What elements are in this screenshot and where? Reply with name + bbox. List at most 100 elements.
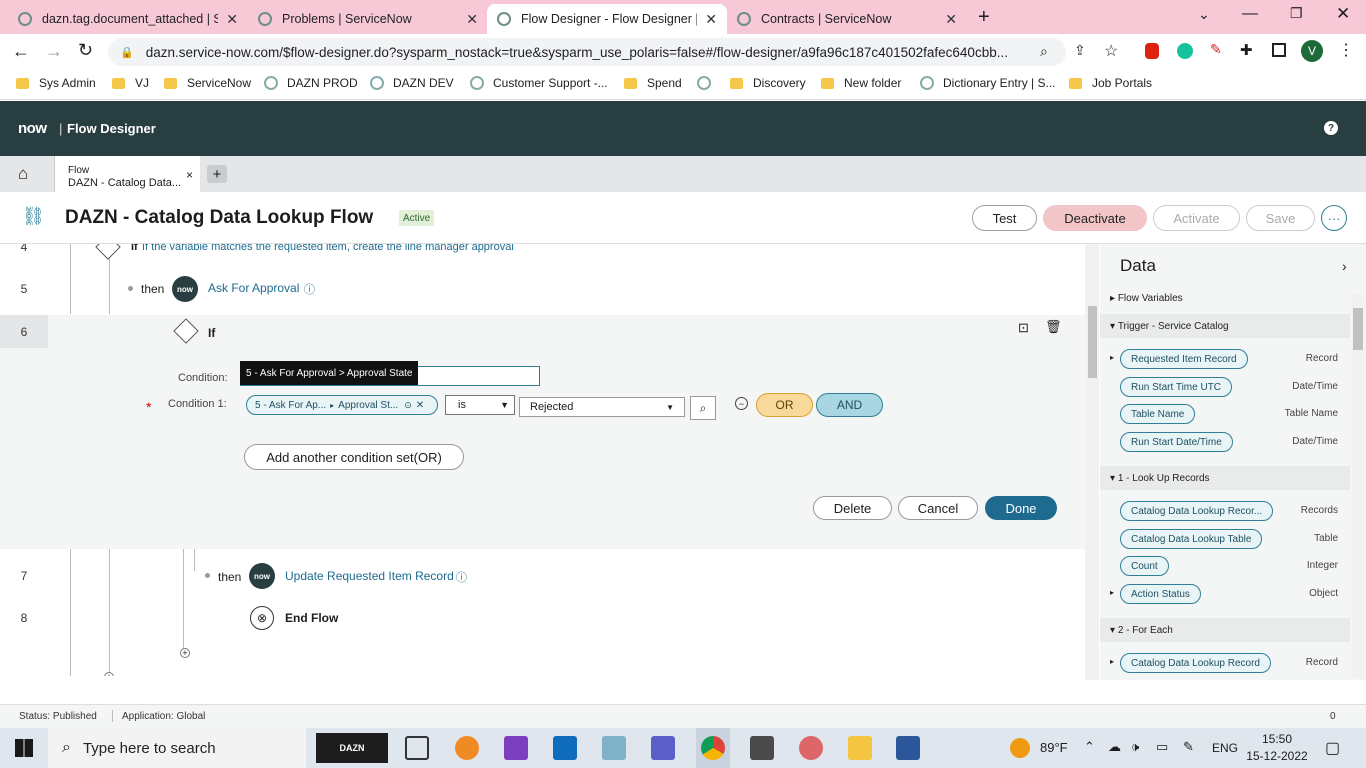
bookmark-item[interactable]: Discovery — [730, 76, 806, 90]
outlook-icon[interactable] — [553, 736, 577, 760]
pen-icon[interactable]: ✎ — [1210, 41, 1222, 58]
info-icon[interactable]: ⓘ — [456, 569, 467, 585]
teams-icon[interactable] — [651, 736, 675, 760]
share-icon[interactable]: ⇪ — [1074, 42, 1086, 59]
close-icon[interactable]: ✕ — [945, 11, 957, 28]
pen-tray-icon[interactable]: ✎ — [1183, 739, 1194, 755]
flow-variables-section[interactable]: ▸ Flow Variables — [1110, 293, 1183, 304]
profile-avatar[interactable]: V — [1301, 40, 1323, 62]
zoom-icon[interactable]: ⌕ — [1040, 43, 1048, 60]
info-icon[interactable]: ⓘ — [304, 281, 315, 297]
done-button[interactable]: Done — [985, 496, 1057, 520]
bookmark-item[interactable]: Spend — [624, 76, 682, 90]
url-field[interactable]: 🔒 dazn.service-now.com/$flow-designer.do?… — [108, 38, 1066, 66]
browser-tab[interactable]: Contracts | ServiceNow ✕ — [727, 4, 967, 34]
bookmark-item[interactable]: Dictionary Entry | S... — [920, 76, 1055, 90]
data-pill[interactable]: Action Status — [1120, 584, 1201, 604]
side-panel-icon[interactable] — [1272, 43, 1286, 57]
minimize-icon[interactable]: — — [1242, 5, 1258, 23]
bookmark-item[interactable]: Sys Admin — [16, 76, 96, 90]
add-step-icon[interactable]: + — [104, 672, 114, 676]
app-icon[interactable] — [602, 736, 626, 760]
data-pill[interactable]: Requested Item Record — [1120, 349, 1248, 369]
data-pill-field[interactable]: 5 - Ask For Ap... ▸ Approval St... ⊙ ✕ — [246, 395, 438, 415]
bookmark-item[interactable]: DAZN DEV — [370, 76, 454, 90]
delete-icon[interactable]: 🗑 — [1045, 319, 1062, 335]
scrollbar-thumb[interactable] — [1353, 308, 1363, 350]
bookmark-item[interactable]: ServiceNow — [164, 76, 251, 90]
calculator-icon[interactable] — [750, 736, 774, 760]
close-icon[interactable]: ✕ — [705, 11, 717, 28]
tray-chevron-icon[interactable]: ⌃ — [1084, 739, 1095, 755]
cancel-button[interactable]: Cancel — [898, 496, 978, 520]
language-indicator[interactable]: ENG — [1212, 741, 1238, 755]
close-tab-icon[interactable]: × — [186, 168, 193, 182]
or-button[interactable]: OR — [756, 393, 813, 417]
volume-icon[interactable]: 🕩 — [1131, 739, 1139, 755]
battery-icon[interactable]: ▭ — [1156, 739, 1168, 755]
edit-pill-icon[interactable]: ⊙ — [404, 400, 412, 411]
and-button[interactable]: AND — [816, 393, 883, 417]
extensions-puzzle-icon[interactable]: ✚ — [1240, 41, 1253, 59]
snipping-tool-icon[interactable] — [799, 736, 823, 760]
reload-icon[interactable]: ↻ — [78, 40, 93, 61]
restore-icon[interactable]: ❐ — [1290, 5, 1303, 22]
deactivate-button[interactable]: Deactivate — [1043, 205, 1147, 231]
close-icon[interactable]: ✕ — [226, 11, 238, 28]
weather-icon[interactable] — [1010, 738, 1030, 758]
data-pill[interactable]: Catalog Data Lookup Table — [1120, 529, 1263, 549]
close-icon[interactable]: ✕ — [466, 11, 478, 28]
bookmark-item[interactable]: New folder — [821, 76, 901, 90]
weather-temp[interactable]: 89°F — [1040, 740, 1068, 755]
data-picker-icon[interactable]: ⌕ — [690, 396, 716, 420]
tab-flow[interactable]: Flow DAZN - Catalog Data... × — [54, 156, 200, 192]
caret-right-icon[interactable]: ▸ — [1110, 657, 1114, 666]
file-explorer-icon[interactable] — [848, 736, 872, 760]
foreach-section[interactable]: ▾ 2 - For Each — [1100, 618, 1350, 642]
data-pill[interactable]: Catalog Data Lookup Record — [1120, 653, 1271, 673]
bookmark-item[interactable] — [697, 76, 720, 90]
menu-kebab-icon[interactable]: ⋮ — [1338, 40, 1354, 60]
firefox-icon[interactable] — [455, 736, 479, 760]
data-pill[interactable]: Table Name — [1120, 404, 1196, 424]
bookmark-star-icon[interactable]: ☆ — [1104, 41, 1118, 61]
extension-icon[interactable] — [1145, 43, 1159, 59]
windows-start-icon[interactable] — [15, 739, 33, 757]
action-ask-for-approval[interactable]: Ask For Approval — [208, 281, 299, 295]
bookmark-item[interactable]: Job Portals — [1069, 76, 1152, 90]
data-pill[interactable]: Run Start Time UTC — [1120, 377, 1233, 397]
browser-tab[interactable]: Problems | ServiceNow ✕ — [248, 4, 488, 34]
tab-search-icon[interactable]: ⌄ — [1198, 6, 1210, 23]
bookmark-item[interactable]: Customer Support -... — [470, 76, 608, 90]
scrollbar-thumb[interactable] — [1088, 306, 1097, 378]
add-tab-button[interactable]: + — [207, 165, 227, 183]
back-icon[interactable]: ← — [12, 41, 30, 62]
canvas-scrollbar[interactable] — [1085, 244, 1099, 680]
window-close-icon[interactable]: ✕ — [1336, 4, 1350, 24]
data-panel-scrollbar[interactable] — [1352, 294, 1364, 678]
more-options-button[interactable]: ··· — [1321, 205, 1347, 231]
new-tab-icon[interactable]: + — [978, 6, 990, 29]
browser-tab-active[interactable]: Flow Designer - Flow Designer | D ✕ — [487, 4, 727, 34]
taskbar-search[interactable]: ⌕ Type here to search — [48, 728, 306, 768]
operator-select[interactable]: is ▼ — [445, 395, 515, 415]
add-condition-set-button[interactable]: Add another condition set(OR) — [244, 444, 464, 470]
activate-button[interactable]: Activate — [1153, 205, 1240, 231]
step-label[interactable]: If the variable matches the requested it… — [142, 244, 514, 253]
clock-time[interactable]: 15:50 — [1251, 732, 1303, 746]
clock-date[interactable]: 15-12-2022 — [1244, 749, 1310, 763]
comment-icon[interactable]: ⊡ — [1018, 320, 1029, 336]
data-pill[interactable]: Count — [1120, 556, 1169, 576]
bookmark-item[interactable]: DAZN PROD — [264, 76, 358, 90]
data-pill[interactable]: Run Start Date/Time — [1120, 432, 1233, 452]
task-view-icon[interactable] — [405, 736, 429, 760]
delete-button[interactable]: Delete — [813, 496, 892, 520]
lookup-section[interactable]: ▾ 1 - Look Up Records — [1100, 466, 1350, 490]
action-update-record[interactable]: Update Requested Item Record — [285, 569, 454, 583]
data-pill[interactable]: Catalog Data Lookup Recor... — [1120, 501, 1274, 521]
dazn-app-icon[interactable]: DAZN — [316, 733, 388, 763]
notification-center-icon[interactable]: ▢ — [1325, 738, 1340, 758]
caret-right-icon[interactable]: ▸ — [1110, 353, 1114, 362]
caret-right-icon[interactable]: ▸ — [1110, 588, 1114, 597]
bookmark-item[interactable]: VJ — [112, 76, 149, 90]
